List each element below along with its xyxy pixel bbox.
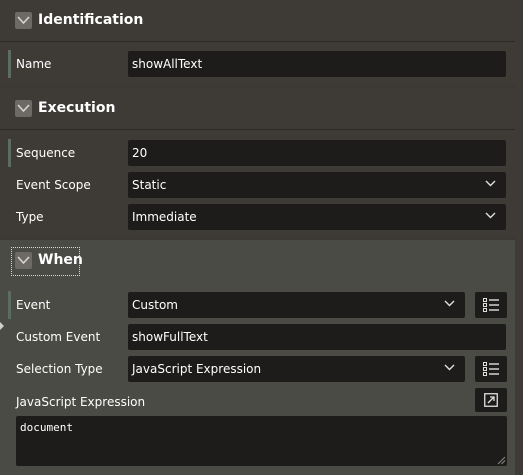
caret-down-icon [485,180,496,187]
type-select[interactable]: Immediate [128,204,506,230]
scrollbar[interactable] [515,0,523,475]
sequence-field[interactable]: 20 [128,140,506,166]
custom-event-row: Custom Event showFullText [8,323,507,351]
custom-event-label: Custom Event [16,330,101,344]
type-row: Type Immediate [8,203,507,231]
event-row: Event Custom [8,291,507,319]
selection-type-label: Selection Type [16,362,103,376]
list-icon [483,362,499,376]
identification-section: Identification Name showAllText [0,0,515,84]
sequence-label: Sequence [16,146,76,160]
js-expression-row: JavaScript Expression [8,388,507,416]
execution-header[interactable]: Execution [0,88,515,130]
expand-editor-button[interactable] [475,388,507,412]
event-list-button[interactable] [475,292,507,318]
chevron-down-icon[interactable] [15,12,32,29]
selection-type-select[interactable]: JavaScript Expression [128,356,465,382]
section-title-identification: Identification [38,12,144,28]
event-select[interactable]: Custom [128,292,465,318]
identification-header[interactable]: Identification [0,0,515,42]
caret-down-icon [485,212,496,219]
name-row: Name showAllText [8,50,507,78]
js-expression-editor[interactable]: document [16,416,507,466]
selection-type-list-button[interactable] [475,356,507,382]
when-header-focus-ring [11,247,80,276]
event-scope-label: Event Scope [16,178,91,192]
type-label: Type [16,210,44,224]
custom-event-field[interactable]: showFullText [128,324,506,350]
list-icon [483,298,499,312]
sequence-row: Sequence 20 [8,139,507,167]
selection-type-row: Selection Type JavaScript Expression [8,355,507,383]
caret-down-icon [444,364,455,371]
current-row-marker-icon [0,322,4,330]
chevron-down-icon[interactable] [15,100,32,117]
event-scope-value: Static [132,178,167,192]
execution-section: Execution Sequence 20 Event Scope Static… [0,88,515,236]
selection-type-value: JavaScript Expression [132,362,262,376]
type-value: Immediate [132,210,197,224]
js-expression-code: document [20,421,73,434]
event-label: Event [16,298,51,312]
name-field[interactable]: showAllText [128,51,506,77]
caret-down-icon [444,300,455,307]
resize-grip-icon[interactable] [497,456,506,465]
name-label: Name [16,57,52,71]
event-scope-row: Event Scope Static [8,171,507,199]
event-scope-select[interactable]: Static [128,172,506,198]
js-expression-label: JavaScript Expression [16,395,146,409]
section-title-execution: Execution [38,100,116,116]
event-value: Custom [132,298,178,312]
expand-icon [484,393,498,407]
